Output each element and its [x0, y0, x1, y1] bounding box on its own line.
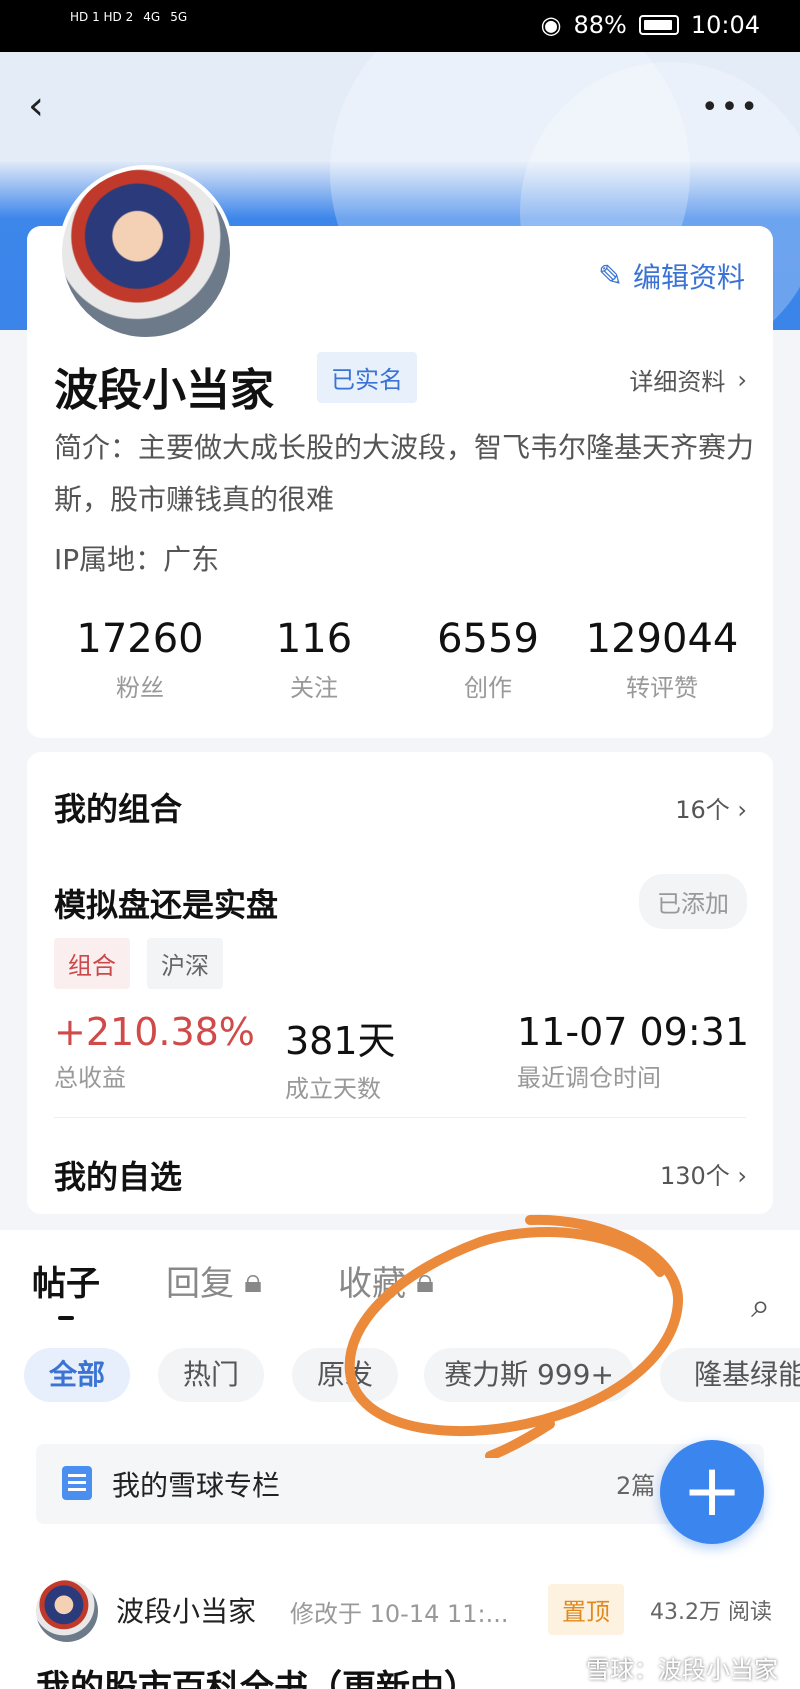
battery-percent: 88% — [573, 11, 627, 39]
username: 波段小当家 — [54, 365, 274, 416]
column-label: 我的雪球专栏 — [112, 1469, 281, 1502]
total-return-value: +210.38% — [54, 1010, 255, 1054]
column-count: 2篇 — [616, 1472, 656, 1500]
stat-posts[interactable]: 6559 创作 — [401, 616, 575, 703]
add-post-button[interactable]: + — [660, 1440, 764, 1544]
tab-replies[interactable]: 回复 🔒︎ — [166, 1256, 262, 1305]
profile-details-label: 详细资料 — [629, 368, 726, 396]
network-5g-label: 5G — [170, 10, 188, 24]
profile-bio: 简介：主要做大成长股的大波段，智飞韦尔隆基天齐赛力斯，股市赚钱真的很难 — [54, 431, 755, 516]
stat-label: 粉丝 — [116, 674, 164, 702]
stat-value: 116 — [275, 616, 353, 662]
days-label: 成立天数 — [285, 1075, 381, 1103]
tab-indicator — [58, 1316, 74, 1320]
chip-all[interactable]: 全部 — [24, 1348, 130, 1402]
post-time: 修改于 10-14 11:... — [290, 1600, 509, 1628]
stat-value: 6559 — [437, 616, 539, 662]
clock: 10:04 — [690, 11, 760, 39]
portfolio-name[interactable]: 模拟盘还是实盘 — [54, 880, 278, 926]
ip-location: IP属地：广东 — [54, 543, 220, 576]
verified-badge: 已实名 — [317, 352, 417, 403]
stat-following[interactable]: 116 关注 — [227, 616, 401, 703]
edit-profile-button[interactable]: ✎ 编辑资料 — [598, 256, 745, 296]
post-title[interactable]: 我的股市百科全书（更新中） — [36, 1660, 478, 1689]
battery-icon — [638, 15, 679, 35]
status-bar: HD 1 HD 2 4G 5G ◉ 88% 10:04 — [0, 0, 800, 52]
tab-label: 帖子 — [32, 1264, 100, 1304]
profile-details-link[interactable]: 详细资料 › — [629, 362, 747, 397]
stat-label: 创作 — [464, 674, 512, 702]
post-author-avatar[interactable] — [36, 1580, 98, 1642]
lock-icon: 🔒︎ — [244, 1260, 263, 1301]
edit-icon: ✎ — [597, 258, 623, 294]
document-icon — [62, 1466, 92, 1500]
watchlist-count: 130个 — [659, 1162, 730, 1190]
days-value: 381天 — [285, 1019, 396, 1063]
chevron-right-icon: › — [737, 796, 747, 824]
watchlist-title: 我的自选 — [54, 1158, 183, 1196]
divider — [54, 1117, 746, 1118]
edit-profile-label: 编辑资料 — [632, 261, 745, 294]
highlight-annotation — [344, 1214, 684, 1458]
tab-label: 回复 — [166, 1264, 234, 1304]
rebalance-label: 最近调仓时间 — [517, 1064, 661, 1092]
portfolio-tag: 组合 — [54, 938, 130, 989]
market-tag: 沪深 — [147, 938, 223, 989]
stat-value: 17260 — [76, 616, 204, 662]
sim-label: HD 1 HD 2 — [70, 10, 134, 24]
chevron-right-icon: › — [737, 365, 747, 394]
back-button[interactable]: ‹ — [28, 86, 58, 126]
portfolio-section-title: 我的组合 — [54, 790, 183, 828]
network-4g-label: 4G — [143, 10, 161, 24]
rebalance-value: 11-07 09:31 — [517, 1010, 750, 1054]
watchlist-count-link[interactable]: 130个 › — [660, 1156, 747, 1191]
chevron-right-icon: › — [737, 1162, 747, 1190]
stat-value: 129044 — [585, 616, 739, 662]
portfolio-count-link[interactable]: 16个 › — [675, 790, 747, 825]
eye-icon: ◉ — [540, 11, 562, 39]
total-return: +210.38% 总收益 — [54, 1010, 255, 1093]
post-author[interactable]: 波段小当家 — [116, 1590, 256, 1630]
tab-posts[interactable]: 帖子 — [32, 1256, 100, 1305]
stat-label: 关注 — [290, 674, 338, 702]
portfolio-count: 16个 — [675, 796, 730, 824]
stat-label: 转评赞 — [626, 674, 698, 702]
watermark: 雪球：波段小当家 — [586, 1656, 778, 1684]
post-read-count: 43.2万 阅读 — [650, 1600, 772, 1625]
profile-stats: 17260 粉丝 116 关注 6559 创作 129044 转评赞 — [27, 616, 773, 703]
days-established: 381天 成立天数 — [285, 1010, 396, 1104]
more-options-button[interactable]: ••• — [701, 90, 760, 125]
stat-interactions[interactable]: 129044 转评赞 — [575, 616, 749, 703]
stat-followers[interactable]: 17260 粉丝 — [53, 616, 227, 703]
last-rebalance: 11-07 09:31 最近调仓时间 — [517, 1010, 749, 1093]
added-button[interactable]: 已添加 — [639, 874, 747, 929]
portfolio-card: 我的组合 16个 › 模拟盘还是实盘 已添加 组合 沪深 +210.38% 总收… — [27, 752, 773, 1214]
pinned-badge: 置顶 — [548, 1584, 624, 1635]
avatar[interactable] — [58, 165, 234, 341]
search-icon[interactable]: ⌕ — [751, 1286, 770, 1326]
total-return-label: 总收益 — [54, 1064, 126, 1092]
chip-hot[interactable]: 热门 — [158, 1348, 264, 1402]
signal-indicators: HD 1 HD 2 4G 5G — [70, 10, 187, 24]
